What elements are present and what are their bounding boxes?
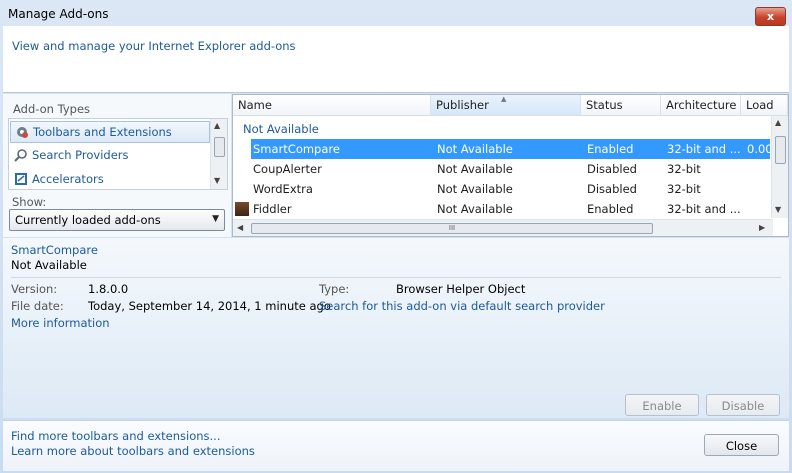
column-header-name[interactable]: Name xyxy=(233,95,431,116)
column-header-load[interactable]: Load xyxy=(741,95,788,116)
addon-status: Enabled xyxy=(587,142,634,156)
grid-vertical-scrollbar[interactable]: ▲ ▼ xyxy=(771,116,788,218)
addon-architecture: 32-bit xyxy=(667,162,701,176)
scroll-thumb[interactable] xyxy=(775,136,786,164)
enable-button[interactable]: Enable xyxy=(625,394,699,416)
addon-architecture: 32-bit and ... xyxy=(667,202,741,216)
disable-button[interactable]: Disable xyxy=(706,394,780,416)
addon-types-pane: Add-on Types Toolbars and Extensions Sea… xyxy=(3,94,231,237)
more-information-link[interactable]: More information xyxy=(11,316,110,330)
addon-name: SmartCompare xyxy=(253,142,340,156)
grid-horizontal-scrollbar[interactable]: ◀ III ▶ xyxy=(233,219,773,236)
addon-types-label: Add-on Types xyxy=(13,102,91,116)
scroll-thumb[interactable]: III xyxy=(251,223,653,234)
addon-types-list: Toolbars and Extensions Search Providers… xyxy=(8,118,228,190)
scroll-right-icon[interactable]: ▶ xyxy=(759,223,765,232)
column-header-status[interactable]: Status xyxy=(581,95,661,116)
table-row[interactable]: WordExtra Not Available Disabled 32-bit xyxy=(251,179,770,199)
filedate-label: File date: xyxy=(11,299,64,313)
type-item-search-providers[interactable]: Search Providers xyxy=(10,145,210,165)
addon-status: Enabled xyxy=(587,202,634,216)
window-title: Manage Add-ons xyxy=(8,7,109,21)
gear-icon xyxy=(15,125,29,139)
types-scrollbar[interactable]: ▲ ▼ xyxy=(210,119,227,189)
type-item-toolbars-extensions[interactable]: Toolbars and Extensions xyxy=(10,121,210,143)
table-row[interactable]: Fiddler Not Available Enabled 32-bit and… xyxy=(235,199,770,219)
scroll-left-icon[interactable]: ◀ xyxy=(237,223,243,232)
column-header-label: Publisher xyxy=(436,98,489,112)
scroll-up-icon[interactable]: ▲ xyxy=(214,121,220,130)
type-item-label: Accelerators xyxy=(32,172,104,186)
column-header-architecture[interactable]: Architecture xyxy=(661,95,741,116)
type-item-label: Search Providers xyxy=(32,148,129,162)
addon-load: 0.00 xyxy=(747,142,771,156)
selected-addon-publisher: Not Available xyxy=(11,258,87,272)
addon-name: CoupAlerter xyxy=(253,162,322,176)
close-icon: x xyxy=(766,10,775,23)
selected-addon-name: SmartCompare xyxy=(11,243,98,257)
chevron-down-icon: ▼ xyxy=(212,214,219,224)
version-label: Version: xyxy=(11,282,58,296)
type-item-label: Toolbars and Extensions xyxy=(33,125,172,139)
header-panel: View and manage your Internet Explorer a… xyxy=(3,26,789,93)
scroll-up-icon[interactable]: ▲ xyxy=(775,118,781,127)
close-button[interactable]: Close xyxy=(704,434,779,456)
show-filter-value: Currently loaded add-ons xyxy=(15,213,161,227)
addon-name: WordExtra xyxy=(253,182,313,196)
addon-publisher: Not Available xyxy=(437,182,513,196)
manage-addons-window: Manage Add-ons x View and manage your In… xyxy=(0,0,792,473)
divider xyxy=(11,277,781,278)
addon-publisher: Not Available xyxy=(437,202,513,216)
type-value: Browser Helper Object xyxy=(396,282,526,296)
scroll-thumb[interactable] xyxy=(214,137,225,157)
title-bar: Manage Add-ons x xyxy=(0,0,792,26)
scroll-grip: III xyxy=(448,224,456,232)
header-subtitle: View and manage your Internet Explorer a… xyxy=(12,39,296,53)
sort-ascending-icon: ▲ xyxy=(501,95,507,103)
addon-publisher: Not Available xyxy=(437,162,513,176)
show-filter-select[interactable]: Currently loaded add-ons ▼ xyxy=(9,209,225,231)
type-item-accelerators[interactable]: Accelerators xyxy=(10,169,210,189)
fiddler-icon xyxy=(235,202,249,216)
learn-more-link[interactable]: Learn more about toolbars and extensions xyxy=(11,444,255,458)
find-more-link[interactable]: Find more toolbars and extensions... xyxy=(11,429,220,443)
addon-architecture: 32-bit and ... xyxy=(667,142,741,156)
addon-name: Fiddler xyxy=(253,202,292,216)
search-addon-link[interactable]: Search for this add-on via default searc… xyxy=(319,299,605,313)
table-row[interactable]: SmartCompare Not Available Enabled 32-bi… xyxy=(251,139,771,159)
addons-grid: Name Publisher ▲ Status Architecture Loa… xyxy=(232,94,789,237)
accelerator-icon xyxy=(14,172,28,186)
group-header: Not Available xyxy=(243,122,319,136)
column-header-publisher[interactable]: Publisher ▲ xyxy=(431,95,581,116)
table-row[interactable]: CoupAlerter Not Available Disabled 32-bi… xyxy=(251,159,770,179)
addon-publisher: Not Available xyxy=(437,142,513,156)
window-close-button[interactable]: x xyxy=(755,7,786,26)
show-label: Show: xyxy=(12,195,47,209)
filedate-value: Today, September 14, 2014, 1 minute ago xyxy=(88,299,331,313)
scroll-down-icon[interactable]: ▼ xyxy=(775,205,781,214)
details-panel: SmartCompare Not Available Version: 1.8.… xyxy=(3,238,789,418)
addon-architecture: 32-bit xyxy=(667,182,701,196)
scroll-down-icon[interactable]: ▼ xyxy=(214,176,220,185)
type-label: Type: xyxy=(319,282,350,296)
addon-status: Disabled xyxy=(587,162,637,176)
search-icon xyxy=(14,148,28,162)
footer-panel: Find more toolbars and extensions... Lea… xyxy=(3,420,789,471)
addon-status: Disabled xyxy=(587,182,637,196)
version-value: 1.8.0.0 xyxy=(88,282,129,296)
